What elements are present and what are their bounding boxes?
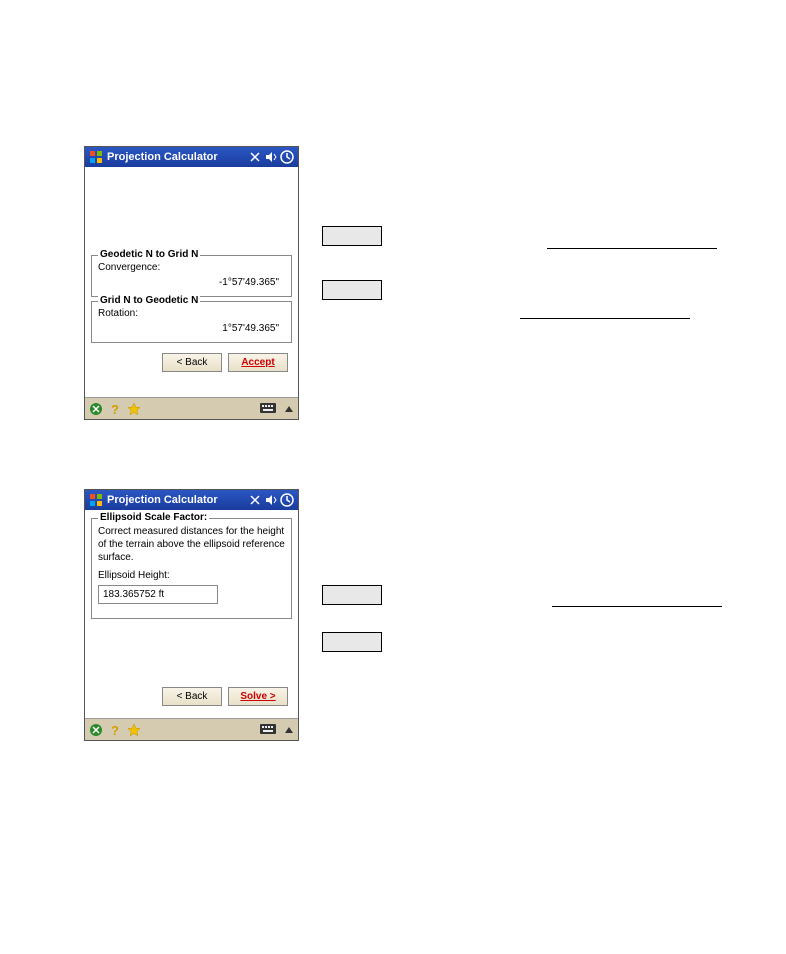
group-description: Correct measured distances for the heigh… — [98, 525, 285, 564]
group-legend: Ellipsoid Scale Factor: — [98, 512, 209, 523]
content-area: Ellipsoid Scale Factor: Correct measured… — [85, 510, 298, 718]
close-icon[interactable] — [89, 402, 103, 416]
solve-button[interactable]: Solve > — [228, 687, 288, 706]
window-title: Projection Calculator — [107, 151, 248, 163]
ellipsoid-height-label: Ellipsoid Height: — [98, 570, 285, 581]
windows-logo-icon — [89, 493, 103, 507]
up-arrow-icon[interactable] — [284, 404, 294, 414]
convergence-value: -1°57'49.365" — [98, 277, 285, 288]
ellipsoid-scale-group: Ellipsoid Scale Factor: Correct measured… — [91, 518, 292, 619]
volume-icon[interactable] — [265, 151, 277, 163]
annotation-line — [520, 318, 690, 319]
clock-icon[interactable] — [280, 493, 294, 507]
back-button[interactable]: < Back — [162, 687, 222, 706]
help-icon[interactable]: ? — [109, 402, 121, 416]
annotation-box — [322, 585, 382, 605]
svg-text:?: ? — [111, 402, 119, 416]
help-icon[interactable]: ? — [109, 723, 121, 737]
titlebar: Projection Calculator — [85, 147, 298, 167]
accept-button[interactable]: Accept — [228, 353, 288, 372]
volume-icon[interactable] — [265, 494, 277, 506]
annotation-box — [322, 280, 382, 300]
connectivity-icon[interactable] — [248, 494, 262, 506]
clock-icon[interactable] — [280, 150, 294, 164]
content-area: Geodetic N to Grid N Convergence: -1°57'… — [85, 167, 298, 397]
annotation-line — [547, 248, 717, 249]
group-legend: Geodetic N to Grid N — [98, 249, 200, 260]
group-legend: Grid N to Geodetic N — [98, 295, 200, 306]
pda-window-1: Projection Calculator Geodetic N to Grid… — [84, 146, 299, 420]
button-row: < Back Solve > — [89, 681, 294, 714]
ellipsoid-height-input[interactable]: 183.365752 ft — [98, 585, 218, 604]
window-title: Projection Calculator — [107, 494, 248, 506]
bottom-bar: ? — [85, 397, 298, 419]
svg-text:?: ? — [111, 723, 119, 737]
close-icon[interactable] — [89, 723, 103, 737]
up-arrow-icon[interactable] — [284, 725, 294, 735]
titlebar: Projection Calculator — [85, 490, 298, 510]
grid-to-geodetic-group: Grid N to Geodetic N Rotation: 1°57'49.3… — [91, 301, 292, 343]
rotation-label: Rotation: — [98, 308, 285, 319]
bottom-bar: ? — [85, 718, 298, 740]
annotation-line — [552, 606, 722, 607]
annotation-box — [322, 226, 382, 246]
connectivity-icon[interactable] — [248, 151, 262, 163]
star-icon[interactable] — [127, 723, 141, 737]
star-icon[interactable] — [127, 402, 141, 416]
annotation-box — [322, 632, 382, 652]
convergence-label: Convergence: — [98, 262, 285, 273]
keyboard-icon[interactable] — [260, 403, 276, 415]
geodetic-to-grid-group: Geodetic N to Grid N Convergence: -1°57'… — [91, 255, 292, 297]
back-button[interactable]: < Back — [162, 353, 222, 372]
rotation-value: 1°57'49.365" — [98, 323, 285, 334]
button-row: < Back Accept — [89, 347, 294, 380]
pda-window-2: Projection Calculator Ellipsoid Scale Fa… — [84, 489, 299, 741]
windows-logo-icon — [89, 150, 103, 164]
keyboard-icon[interactable] — [260, 724, 276, 736]
